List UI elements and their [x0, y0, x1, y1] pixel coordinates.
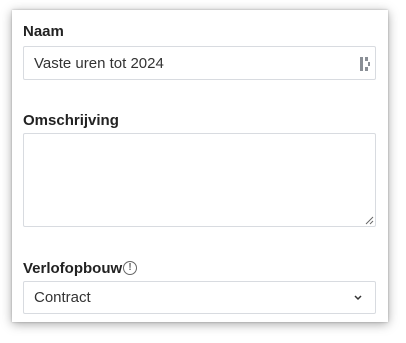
- name-label: Naam: [23, 23, 64, 40]
- name-input[interactable]: Vaste uren tot 2024: [23, 46, 376, 80]
- form-card: Naam Vaste uren tot 2024 Omschrijving Ve…: [12, 10, 388, 322]
- accrual-select[interactable]: Contract: [23, 281, 376, 314]
- info-icon[interactable]: !: [123, 261, 137, 275]
- accrual-select-value: Contract: [34, 289, 91, 306]
- accrual-label: Verlofopbouw: [23, 260, 123, 277]
- description-label: Omschrijving: [23, 112, 119, 129]
- name-input-value: Vaste uren tot 2024: [34, 55, 164, 72]
- resize-handle-icon[interactable]: [365, 216, 374, 225]
- chevron-down-icon: [354, 295, 362, 301]
- password-manager-icon[interactable]: [359, 56, 371, 72]
- description-textarea[interactable]: [23, 133, 376, 227]
